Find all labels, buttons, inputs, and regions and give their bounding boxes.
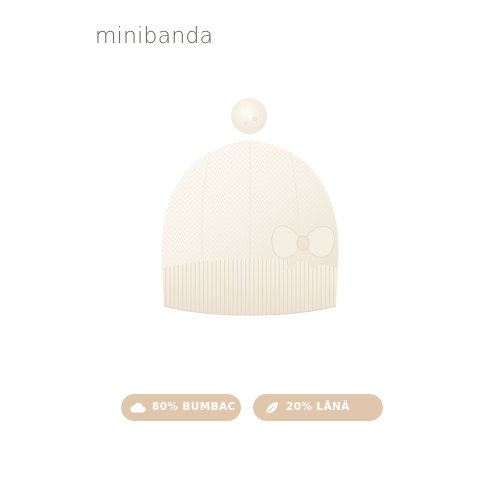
beanie-pompom — [231, 98, 267, 134]
badge-label-wool: 20% LÂNĂ — [286, 401, 350, 413]
leaf-icon — [266, 401, 278, 414]
badge-label-cotton: 80% BUMBAC — [152, 401, 236, 413]
material-badge-cotton: 80% BUMBAC — [121, 394, 241, 421]
cloud-icon — [130, 402, 146, 412]
material-badges: 80% BUMBAC 20% LÂNĂ — [121, 394, 383, 421]
material-badge-wool: 20% LÂNĂ — [253, 394, 383, 421]
product-image-beanie — [161, 98, 339, 316]
